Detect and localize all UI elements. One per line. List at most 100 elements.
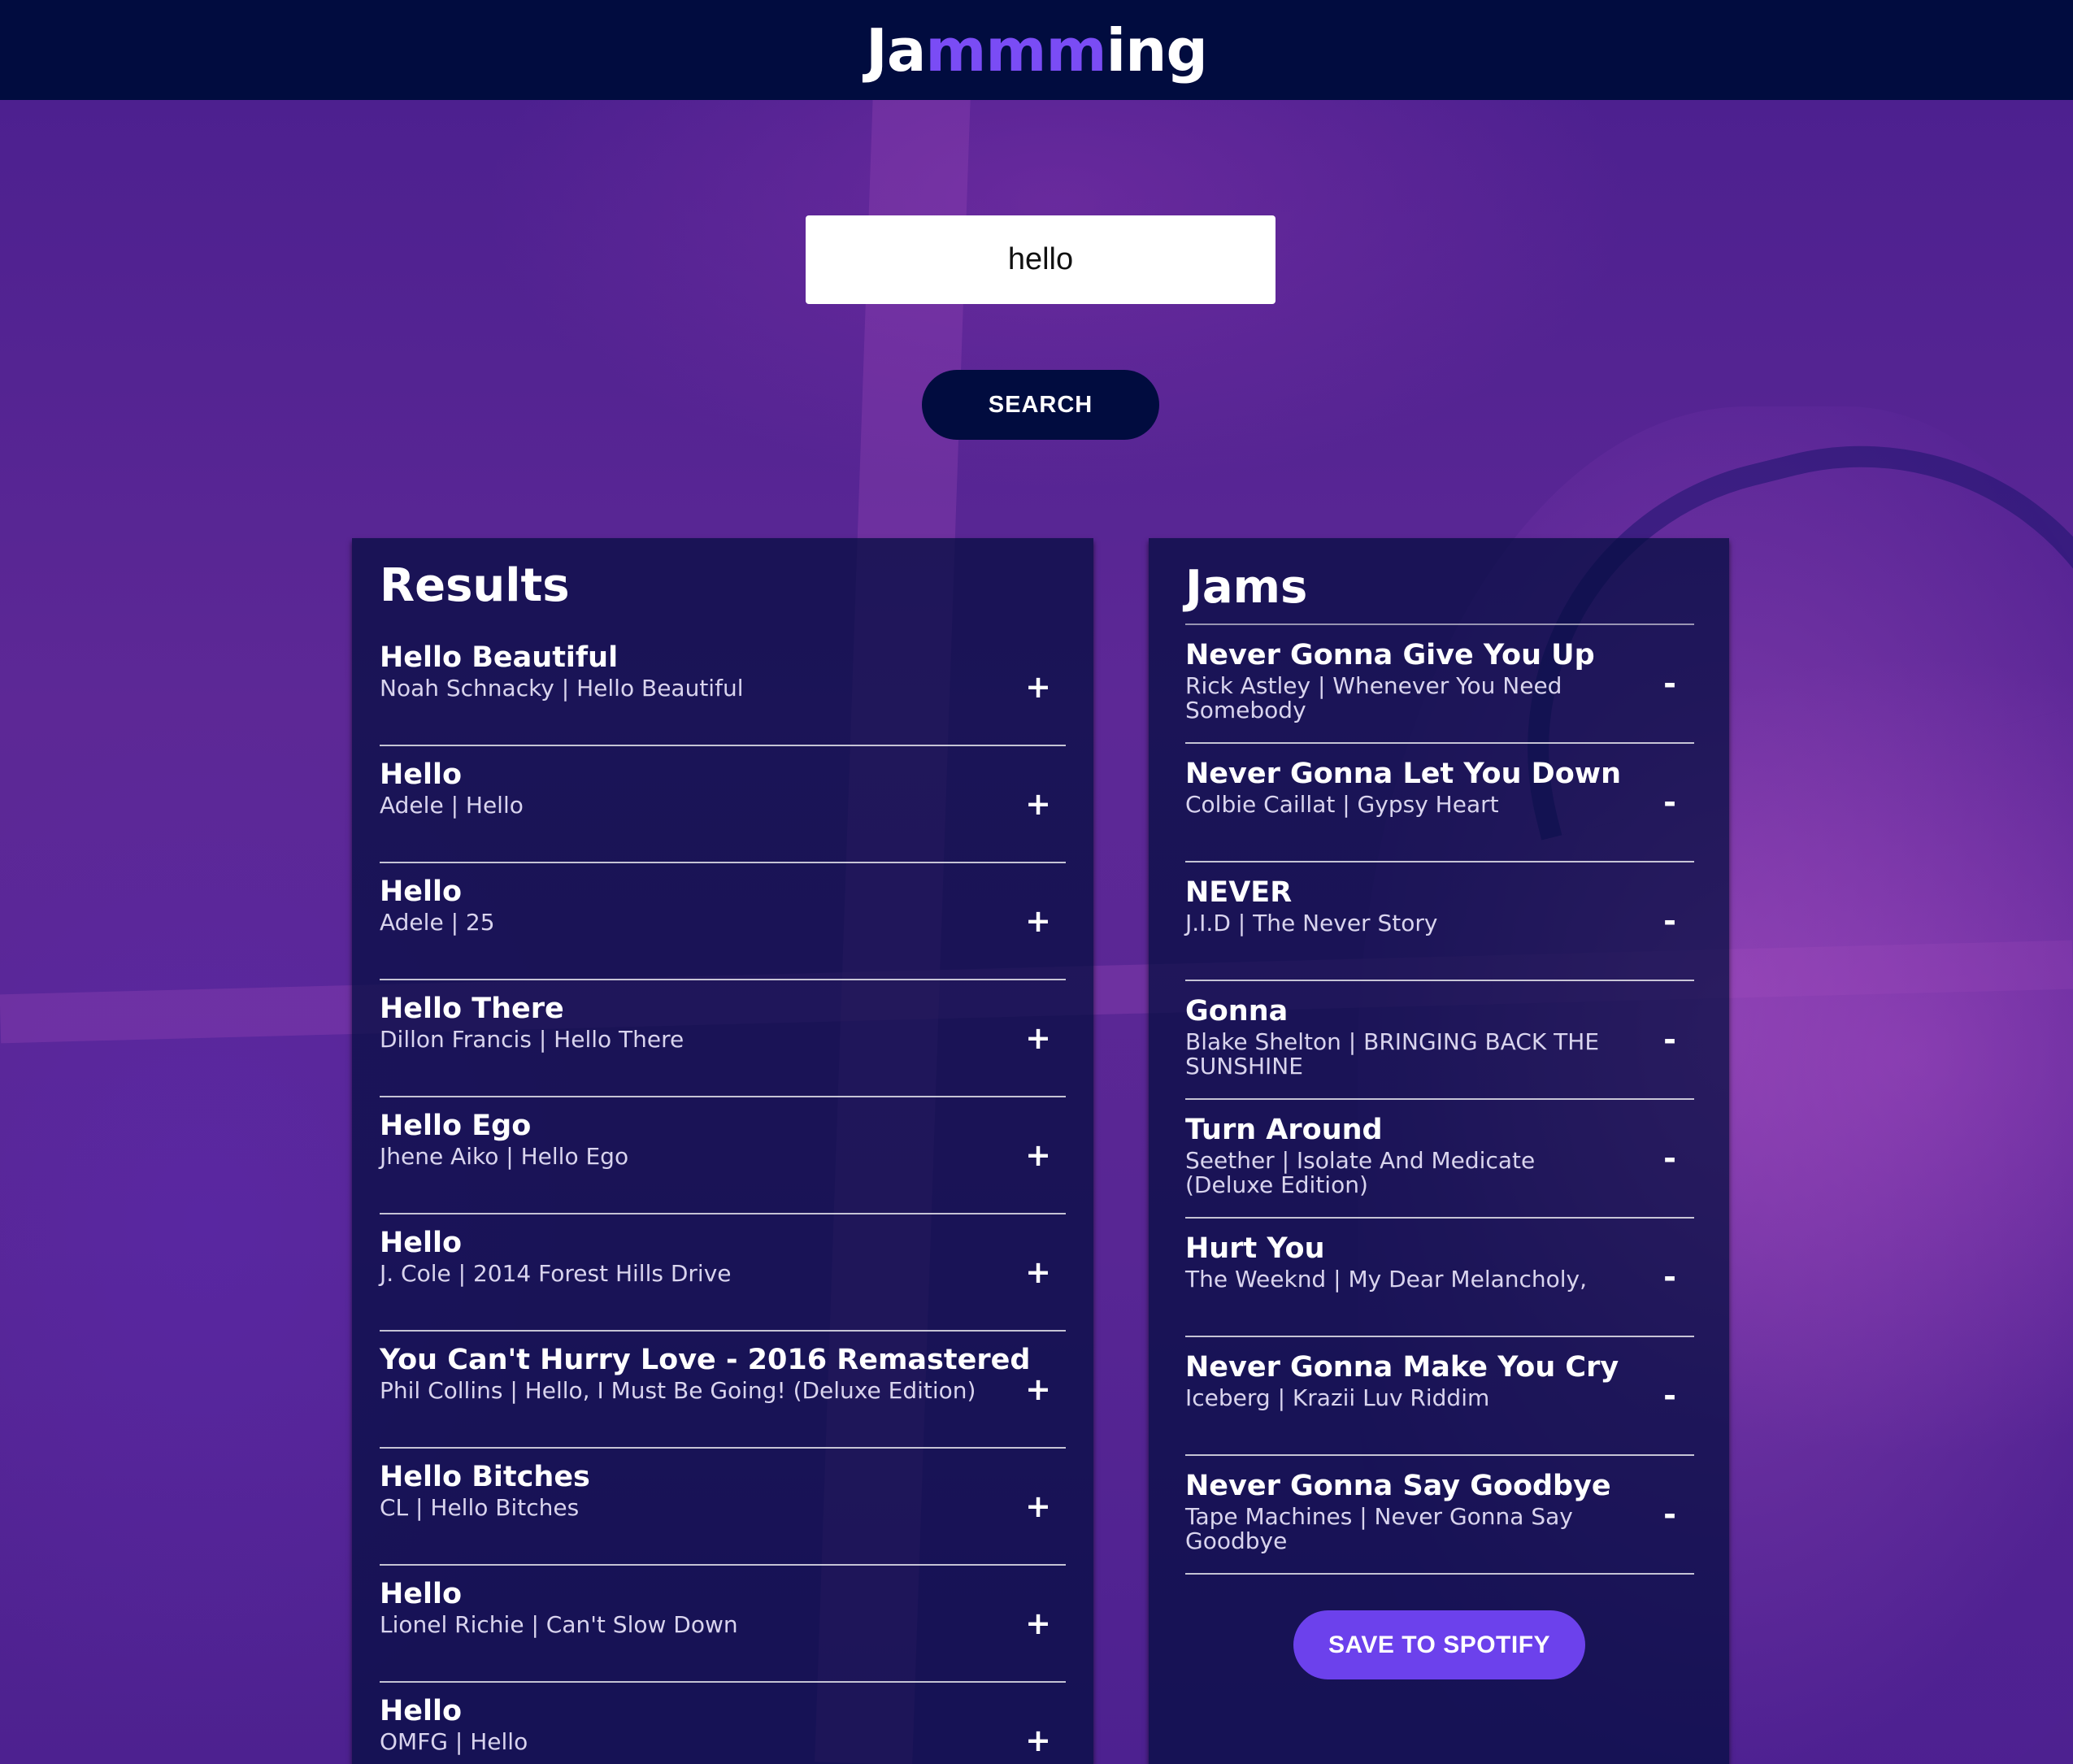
playlist-track: Turn Around Seether | Isolate And Medicat… (1185, 1100, 1694, 1219)
playlist-track: Never Gonna Say Goodbye Tape Machines | N… (1185, 1456, 1694, 1575)
playlist-tracklist: Never Gonna Give You Up Rick Astley | Whe… (1185, 623, 1694, 1575)
track-artist-album: Iceberg | Krazii Luv Riddim (1185, 1384, 1490, 1411)
result-track: Hello Adele | 25 + (380, 863, 1066, 980)
track-info: Hello Adele | Hello (380, 758, 976, 818)
track-name: Hello (380, 1578, 463, 1610)
add-track-button[interactable]: + (1022, 786, 1054, 822)
track-info: Never Gonna Say Goodbye Tape Machines | N… (1185, 1469, 1629, 1553)
remove-track-button[interactable]: - (1654, 1022, 1686, 1058)
save-to-spotify-button[interactable]: SAVE TO SPOTIFY (1293, 1610, 1585, 1679)
track-artist-album: The Weeknd | My Dear Melancholy, (1185, 1266, 1588, 1293)
track-artist-album: Adele | Hello (380, 792, 524, 819)
track-artist-album: Jhene Aiko | Hello Ego (380, 1143, 629, 1170)
result-track: Hello There Dillon Francis | Hello There + (380, 980, 1066, 1097)
add-track-button[interactable]: + (1022, 1020, 1054, 1056)
track-info: Turn Around Seether | Isolate And Medicat… (1185, 1113, 1629, 1197)
add-track-button[interactable]: + (1022, 1488, 1054, 1524)
results-tracklist: Hello Beautiful Noah Schnacky | Hello Bea… (380, 629, 1066, 1764)
result-track: Hello Bitches CL | Hello Bitches + (380, 1449, 1066, 1566)
track-info: Hello OMFG | Hello (380, 1694, 976, 1754)
track-name: Never Gonna Make You Cry (1185, 1351, 1619, 1384)
add-track-button[interactable]: + (1022, 1723, 1054, 1758)
result-track: Hello J. Cole | 2014 Forest Hills Drive + (380, 1214, 1066, 1332)
track-name: Hello (380, 758, 463, 791)
track-artist-album: Phil Collins | Hello, I Must Be Going! (… (380, 1377, 976, 1404)
track-artist-album: Adele | 25 (380, 909, 495, 936)
track-artist-album: J. Cole | 2014 Forest Hills Drive (380, 1260, 732, 1287)
track-artist-album: Seether | Isolate And Medicate (Deluxe E… (1185, 1147, 1536, 1198)
track-artist-album: Dillon Francis | Hello There (380, 1026, 684, 1053)
track-info: Hello Bitches CL | Hello Bitches (380, 1460, 976, 1520)
result-track: Hello Ego Jhene Aiko | Hello Ego + (380, 1097, 1066, 1214)
track-artist-album: Lionel Richie | Can't Slow Down (380, 1611, 738, 1638)
playlist-track: Never Gonna Make You Cry Iceberg | Krazii… (1185, 1337, 1694, 1456)
track-info: You Can't Hurry Love - 2016 Remastered Ph… (380, 1343, 1031, 1404)
playlist-panel: Jams Never Gonna Give You Up Rick Astley … (1149, 538, 1729, 1764)
remove-track-button[interactable]: - (1654, 903, 1686, 939)
track-name: Hello Beautiful (380, 641, 619, 674)
playlist-title: Jams (1185, 561, 1308, 614)
remove-track-button[interactable]: - (1654, 1259, 1686, 1295)
remove-track-button[interactable]: - (1654, 1141, 1686, 1176)
result-track: Hello Adele | Hello + (380, 746, 1066, 863)
track-info: Hello Beautiful Noah Schnacky | Hello Bea… (380, 641, 976, 701)
add-track-button[interactable]: + (1022, 669, 1054, 705)
track-name: Hello Bitches (380, 1461, 590, 1493)
track-name: Never Gonna Give You Up (1185, 639, 1595, 671)
remove-track-button[interactable]: - (1654, 1497, 1686, 1532)
add-track-button[interactable]: + (1022, 1254, 1054, 1290)
track-info: Hello J. Cole | 2014 Forest Hills Drive (380, 1226, 976, 1286)
add-track-button[interactable]: + (1022, 903, 1054, 939)
result-track: Hello OMFG | Hello + (380, 1683, 1066, 1764)
track-name: Hello (380, 1227, 463, 1259)
results-title: Results (380, 559, 570, 612)
track-info: Gonna Blake Shelton | BRINGING BACK THE S… (1185, 994, 1629, 1079)
track-artist-album: OMFG | Hello (380, 1728, 528, 1755)
track-info: Hurt You The Weeknd | My Dear Melancholy, (1185, 1232, 1629, 1292)
playlist-track: Never Gonna Give You Up Rick Astley | Whe… (1185, 625, 1694, 744)
track-artist-album: Noah Schnacky | Hello Beautiful (380, 675, 744, 702)
track-artist-album: Colbie Caillat | Gypsy Heart (1185, 791, 1499, 818)
track-name: Never Gonna Say Goodbye (1185, 1470, 1611, 1502)
search-results-panel: Results Hello Beautiful Noah Schnacky | H… (352, 538, 1093, 1764)
track-name: Turn Around (1185, 1114, 1383, 1146)
playlist-track: Gonna Blake Shelton | BRINGING BACK THE S… (1185, 981, 1694, 1100)
track-artist-album: Blake Shelton | BRINGING BACK THE SUNSHI… (1185, 1028, 1600, 1080)
search-input[interactable] (806, 215, 1276, 304)
remove-track-button[interactable]: - (1654, 1378, 1686, 1414)
add-track-button[interactable]: + (1022, 1605, 1054, 1641)
track-name: Never Gonna Let You Down (1185, 758, 1622, 790)
track-artist-album: J.I.D | The Never Story (1185, 910, 1438, 936)
track-name: Hello (380, 875, 463, 908)
track-artist-album: CL | Hello Bitches (380, 1494, 580, 1521)
result-track: Hello Lionel Richie | Can't Slow Down + (380, 1566, 1066, 1683)
track-name: Gonna (1185, 995, 1289, 1028)
track-name: You Can't Hurry Love - 2016 Remastered (380, 1344, 1031, 1376)
track-name: Hello (380, 1695, 463, 1727)
track-info: Hello Lionel Richie | Can't Slow Down (380, 1577, 976, 1637)
remove-track-button[interactable]: - (1654, 666, 1686, 702)
track-info: Hello Adele | 25 (380, 875, 976, 935)
playlist-track: Never Gonna Let You Down Colbie Caillat |… (1185, 744, 1694, 862)
add-track-button[interactable]: + (1022, 1371, 1054, 1407)
playlist-track: NEVER J.I.D | The Never Story - (1185, 862, 1694, 981)
remove-track-button[interactable]: - (1654, 784, 1686, 820)
track-info: Hello Ego Jhene Aiko | Hello Ego (380, 1109, 976, 1169)
track-name: Hello There (380, 993, 564, 1025)
track-artist-album: Rick Astley | Whenever You Need Somebody (1185, 672, 1562, 723)
track-info: NEVER J.I.D | The Never Story (1185, 875, 1629, 936)
playlist-track: Hurt You The Weeknd | My Dear Melancholy,… (1185, 1219, 1694, 1337)
app-header: Jammming (0, 0, 2073, 100)
track-info: Never Gonna Give You Up Rick Astley | Whe… (1185, 638, 1629, 723)
track-info: Never Gonna Make You Cry Iceberg | Krazii… (1185, 1350, 1629, 1410)
app-logo: Jammming (866, 15, 1208, 85)
search-button[interactable]: SEARCH (922, 370, 1159, 440)
add-track-button[interactable]: + (1022, 1137, 1054, 1173)
track-info: Never Gonna Let You Down Colbie Caillat |… (1185, 757, 1629, 817)
result-track: Hello Beautiful Noah Schnacky | Hello Bea… (380, 629, 1066, 746)
track-artist-album: Tape Machines | Never Gonna Say Goodbye (1185, 1503, 1573, 1554)
result-track: You Can't Hurry Love - 2016 Remastered Ph… (380, 1332, 1066, 1449)
track-name: NEVER (1185, 876, 1293, 909)
track-name: Hurt You (1185, 1232, 1325, 1265)
track-name: Hello Ego (380, 1110, 532, 1142)
